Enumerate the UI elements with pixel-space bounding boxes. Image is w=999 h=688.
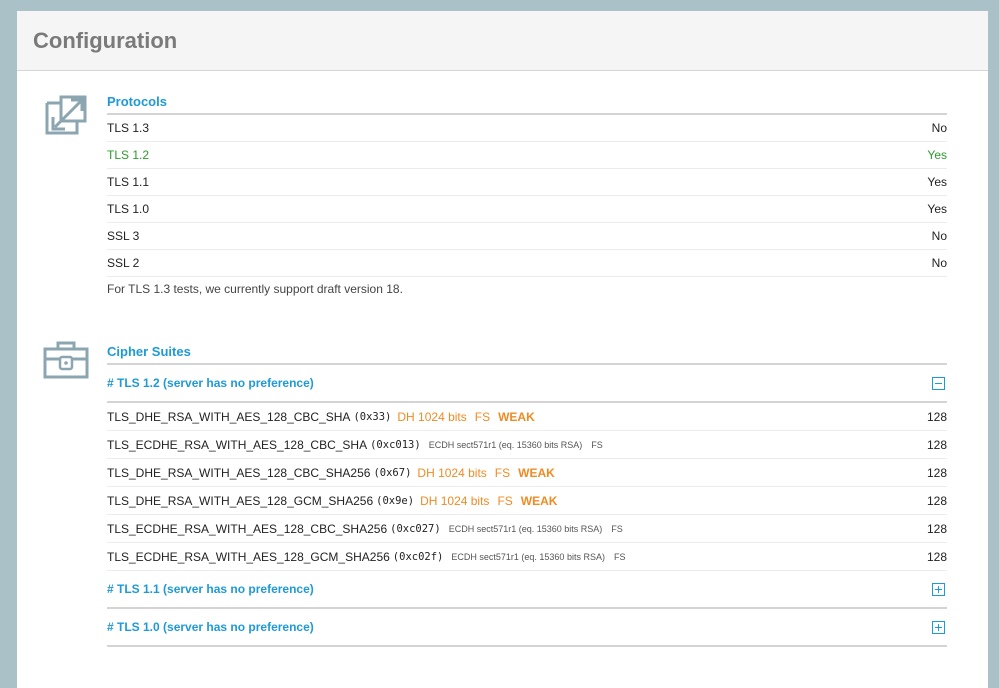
protocol-row: TLS 1.1 Yes xyxy=(107,169,947,196)
protocol-list: TLS 1.3 No TLS 1.2 Yes TLS 1.1 Yes TLS 1.0 Yes S… xyxy=(107,115,947,277)
cipher-bits: 128 xyxy=(926,437,947,452)
cipher-name: TLS_DHE_RSA_WITH_AES_128_GCM_SHA256 xyxy=(107,493,374,508)
protocol-row: SSL 2 No xyxy=(107,250,947,277)
cipher-bits: 128 xyxy=(926,493,947,508)
cipher-weak-badge: WEAK xyxy=(520,493,558,508)
plus-box-icon[interactable] xyxy=(932,620,945,634)
cipher-group-header[interactable]: # TLS 1.2 (server has no preference) xyxy=(107,365,947,403)
protocol-name: TLS 1.0 xyxy=(107,202,150,216)
protocol-name: SSL 3 xyxy=(107,229,140,243)
cipher-hex: (0xc013) xyxy=(370,438,421,451)
cipher-group-label: # TLS 1.0 (server has no preference) xyxy=(107,620,314,634)
cipher-bits: 128 xyxy=(926,549,947,564)
cipher-hex: (0x9e) xyxy=(376,494,415,507)
cipher-weak-badge: WEAK xyxy=(518,465,555,480)
cipher-desc: TLS_ECDHE_RSA_WITH_AES_128_CBC_SHA (0xc01… xyxy=(107,438,603,452)
expand-arrows-icon xyxy=(41,93,89,141)
protocol-name: TLS 1.3 xyxy=(107,121,150,135)
cipher-row: TLS_DHE_RSA_WITH_AES_128_CBC_SHA (0x33) DH… xyxy=(107,403,947,431)
cipher-bits: 128 xyxy=(926,409,947,424)
cipher-hex: (0xc02f) xyxy=(392,550,444,563)
protocols-body: Protocols TLS 1.3 No TLS 1.2 Yes TLS 1.1 Yes T… xyxy=(107,91,947,301)
protocols-note: For TLS 1.3 tests, we currently support … xyxy=(107,282,403,296)
protocol-row: SSL 3 No xyxy=(107,223,947,250)
protocol-status: No xyxy=(931,229,947,243)
protocol-status: Yes xyxy=(927,148,947,162)
cipher-row: TLS_DHE_RSA_WITH_AES_128_CBC_SHA256 (0x67… xyxy=(107,459,947,487)
protocols-section: Protocols TLS 1.3 No TLS 1.2 Yes TLS 1.1 Yes T… xyxy=(17,91,988,301)
cipher-desc: TLS_DHE_RSA_WITH_AES_128_CBC_SHA (0x33) DH… xyxy=(107,410,535,424)
protocols-title: Protocols xyxy=(107,91,947,115)
cipher-dh: DH 1024 bits xyxy=(417,465,487,480)
cipher-fs-badge: FS xyxy=(591,439,603,450)
cipher-bits: 128 xyxy=(926,521,947,536)
configuration-panel: Configuration Protocols TLS 1.3 No TLS 1.2… xyxy=(14,8,991,688)
toolbox-lock-icon xyxy=(41,335,89,383)
cipher-suites-section: Cipher Suites # TLS 1.2 (server has no p… xyxy=(17,341,988,647)
cipher-dh: DH 1024 bits xyxy=(420,493,490,508)
cipher-suites-title: Cipher Suites xyxy=(107,341,947,365)
cipher-dh: DH 1024 bits xyxy=(397,409,467,424)
cipher-name: TLS_DHE_RSA_WITH_AES_128_CBC_SHA xyxy=(107,409,351,424)
cipher-ecdh: ECDH sect571r1 (eq. 15360 bits RSA) xyxy=(428,439,583,450)
protocol-status: No xyxy=(931,121,947,135)
cipher-suites-body: Cipher Suites # TLS 1.2 (server has no p… xyxy=(107,341,947,647)
cipher-fs-badge: FS xyxy=(613,551,626,562)
protocol-status: Yes xyxy=(927,202,947,216)
cipher-desc: TLS_DHE_RSA_WITH_AES_128_GCM_SHA256 (0x9e… xyxy=(107,494,557,508)
minus-box-icon[interactable] xyxy=(932,376,945,390)
protocol-row: TLS 1.2 Yes xyxy=(107,142,947,169)
cipher-ecdh: ECDH sect571r1 (eq. 15360 bits RSA) xyxy=(448,523,603,534)
protocol-name: SSL 2 xyxy=(107,256,140,270)
cipher-row: TLS_ECDHE_RSA_WITH_AES_128_GCM_SHA256 (0x… xyxy=(107,543,947,571)
protocol-status: No xyxy=(931,256,947,270)
cipher-hex: (0x67) xyxy=(373,466,412,479)
cipher-name: TLS_ECDHE_RSA_WITH_AES_128_CBC_SHA256 xyxy=(107,521,388,536)
plus-box-icon[interactable] xyxy=(932,582,945,596)
cipher-group-label: # TLS 1.1 (server has no preference) xyxy=(107,582,314,596)
cipher-groups: # TLS 1.2 (server has no preference) TLS_… xyxy=(107,365,947,647)
protocol-name: TLS 1.1 xyxy=(107,175,150,189)
cipher-ecdh: ECDH sect571r1 (eq. 15360 bits RSA) xyxy=(451,551,605,562)
cipher-name: TLS_ECDHE_RSA_WITH_AES_128_GCM_SHA256 xyxy=(107,549,390,564)
cipher-desc: TLS_ECDHE_RSA_WITH_AES_128_CBC_SHA256 (0x… xyxy=(107,522,623,536)
cipher-bits: 128 xyxy=(926,465,947,480)
protocol-row: TLS 1.3 No xyxy=(107,115,947,142)
cipher-row: TLS_DHE_RSA_WITH_AES_128_GCM_SHA256 (0x9e… xyxy=(107,487,947,515)
cipher-group-header[interactable]: # TLS 1.0 (server has no preference) xyxy=(107,609,947,647)
protocol-row: TLS 1.0 Yes xyxy=(107,196,947,223)
cipher-fs-badge: FS xyxy=(494,465,511,480)
panel-header: Configuration xyxy=(17,11,988,71)
cipher-group-label: # TLS 1.2 (server has no preference) xyxy=(107,376,314,390)
protocol-status: Yes xyxy=(927,175,947,189)
protocol-name: TLS 1.2 xyxy=(107,148,150,162)
cipher-fs-badge: FS xyxy=(611,523,623,534)
cipher-group-header[interactable]: # TLS 1.1 (server has no preference) xyxy=(107,571,947,609)
cipher-desc: TLS_ECDHE_RSA_WITH_AES_128_GCM_SHA256 (0x… xyxy=(107,550,625,564)
cipher-fs-badge: FS xyxy=(474,409,491,424)
cipher-name: TLS_DHE_RSA_WITH_AES_128_CBC_SHA256 xyxy=(107,465,371,480)
cipher-fs-badge: FS xyxy=(497,493,513,508)
page-title: Configuration xyxy=(33,28,178,53)
cipher-name: TLS_ECDHE_RSA_WITH_AES_128_CBC_SHA xyxy=(107,437,368,452)
cipher-hex: (0x33) xyxy=(353,410,392,423)
cipher-hex: (0xc027) xyxy=(390,522,441,535)
cipher-row: TLS_ECDHE_RSA_WITH_AES_128_CBC_SHA (0xc01… xyxy=(107,431,947,459)
cipher-desc: TLS_DHE_RSA_WITH_AES_128_CBC_SHA256 (0x67… xyxy=(107,466,555,480)
cipher-row: TLS_ECDHE_RSA_WITH_AES_128_CBC_SHA256 (0x… xyxy=(107,515,947,543)
cipher-weak-badge: WEAK xyxy=(498,409,535,424)
